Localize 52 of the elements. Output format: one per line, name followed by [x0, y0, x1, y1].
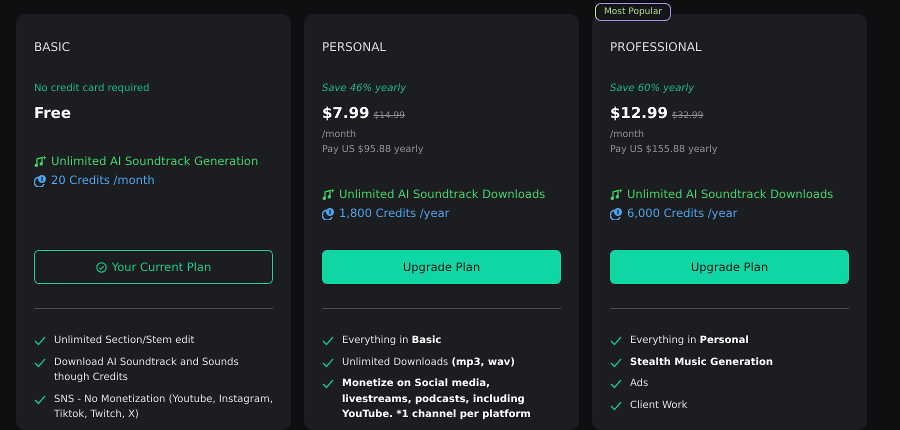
plan-tagline: Save 60% yearly	[610, 82, 696, 96]
check-icon	[610, 358, 622, 368]
plan-name: PROFESSIONAL	[610, 40, 703, 54]
feature-text: Everything in Personal	[630, 334, 749, 348]
check-circle-icon	[96, 262, 107, 272]
music-note-icon	[322, 188, 335, 201]
plan-tagline: Save 46% yearly	[322, 82, 408, 96]
feature-text: Monetize on Social media, livestreams, podcasts, including YouTube. *1 channel per platform	[342, 377, 532, 422]
check-icon	[610, 336, 622, 346]
coin-icon	[322, 207, 335, 220]
highlight-text: 20 Credits /month	[51, 173, 155, 188]
feature-text: Stealth Music Generation	[630, 356, 773, 370]
feature-text: SNS - No Monetization (Youtube, Instagram, Tiktok, Twitch, X)	[54, 392, 273, 422]
upgrade-button[interactable]: Upgrade Plan	[322, 250, 561, 284]
check-icon	[322, 358, 334, 368]
billing-note: Pay US $155.88 yearly	[610, 143, 719, 157]
highlight-text: 6,000 Credits /year	[627, 206, 738, 221]
original-price: $32.99	[672, 111, 704, 121]
highlight-text: Unlimited AI Soundtrack Downloads	[339, 187, 546, 202]
feature-text: Unlimited Downloads (mp3, wav)	[342, 356, 515, 370]
highlight-text: Unlimited AI Soundtrack Downloads	[627, 187, 834, 202]
upgrade-button[interactable]: Upgrade Plan	[610, 250, 849, 284]
popular-badge: Most Popular	[595, 3, 672, 21]
check-icon	[322, 336, 334, 346]
original-price: $14.99	[373, 111, 405, 121]
price: $12.99	[610, 103, 668, 124]
check-icon	[322, 379, 334, 389]
price: Free	[34, 103, 72, 124]
feature-text: Unlimited Section/Stem edit	[54, 334, 194, 348]
coin-icon	[610, 207, 623, 220]
music-note-icon	[34, 155, 47, 168]
feature-text: Everything in Basic	[342, 334, 442, 348]
check-icon	[34, 336, 46, 346]
check-icon	[610, 400, 622, 410]
price-period: /month	[322, 128, 358, 142]
price-period: /month	[610, 128, 646, 142]
highlight-text: 1,800 Credits /year	[339, 206, 450, 221]
feature-text: Download AI Soundtrack and Sounds though Credits	[54, 356, 240, 385]
plan-tagline: No credit card required	[34, 82, 151, 96]
current-plan-button[interactable]: Your Current Plan	[34, 250, 273, 284]
check-icon	[34, 394, 46, 404]
feature-text: Client Work	[630, 398, 688, 412]
music-note-icon	[610, 188, 623, 201]
plan-name: PERSONAL	[322, 40, 388, 54]
plan-name: BASIC	[34, 40, 71, 54]
feature-text: Ads	[630, 377, 648, 391]
highlight-text: Unlimited AI Soundtrack Generation	[51, 154, 258, 169]
check-icon	[610, 379, 622, 389]
price: $7.99	[322, 103, 370, 124]
coin-icon	[34, 174, 47, 187]
check-icon	[34, 358, 46, 368]
billing-note: Pay US $95.88 yearly	[322, 143, 424, 157]
